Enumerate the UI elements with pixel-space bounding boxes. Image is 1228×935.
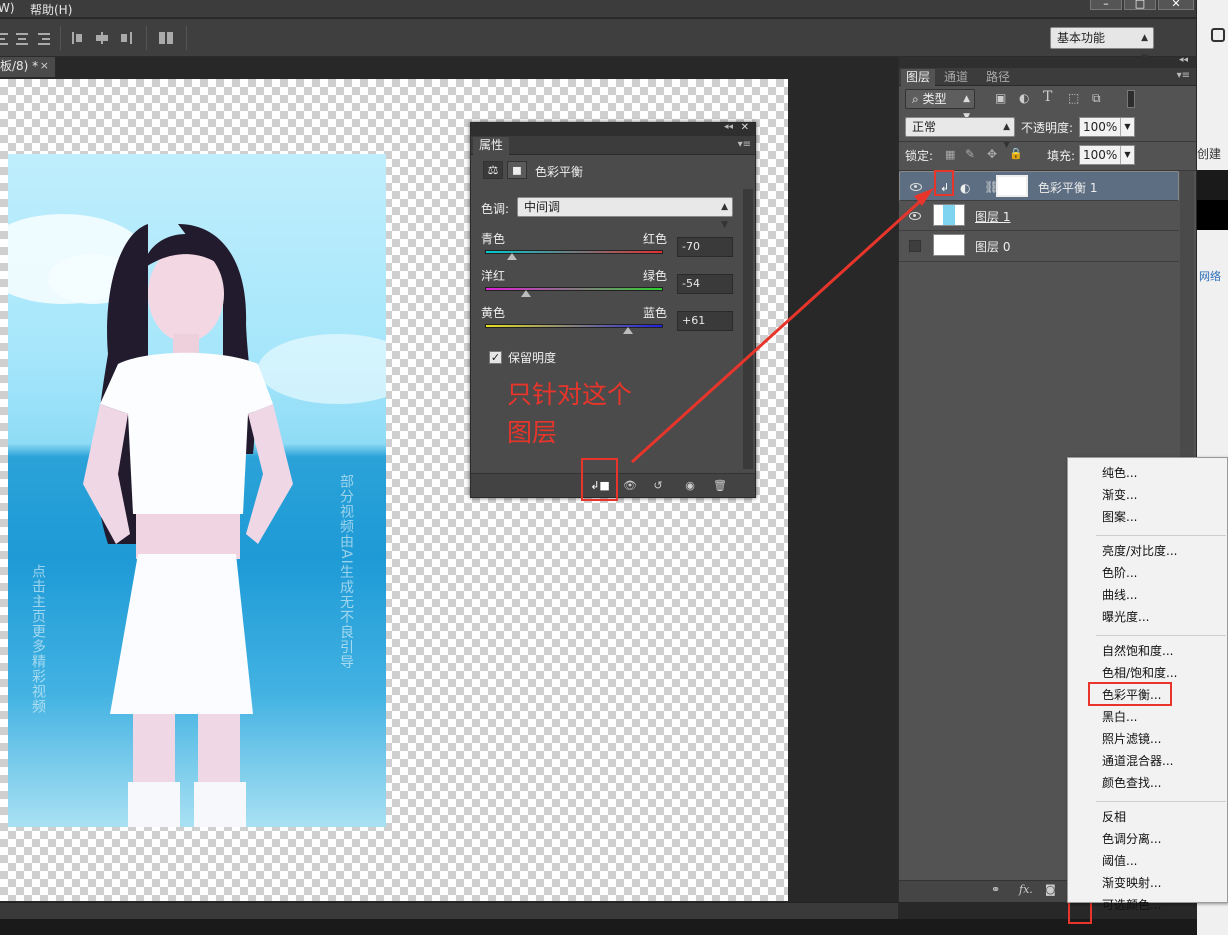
menu-separator <box>1096 801 1226 802</box>
menu-item[interactable]: 曲线... <box>1102 586 1137 603</box>
menu-item[interactable]: 渐变... <box>1102 486 1137 503</box>
menu-item[interactable]: 曝光度... <box>1102 608 1149 625</box>
menu-item[interactable]: 色相/饱和度... <box>1102 664 1178 681</box>
menu-item[interactable]: 渐变映射... <box>1102 874 1161 891</box>
menu-item[interactable]: 纯色... <box>1102 464 1137 481</box>
menu-item[interactable]: 颜色查找... <box>1102 774 1161 791</box>
menu-item[interactable]: 色调分离... <box>1102 830 1161 847</box>
menu-item[interactable]: 通道混合器... <box>1102 752 1173 769</box>
menu-item[interactable]: 自然饱和度... <box>1102 642 1173 659</box>
menu-item[interactable]: 照片滤镜... <box>1102 730 1161 747</box>
annotation-box-color-balance-item <box>1088 682 1172 706</box>
menu-item[interactable]: 黑白... <box>1102 708 1137 725</box>
menu-item[interactable]: 图案... <box>1102 508 1137 525</box>
menu-separator <box>1096 635 1226 636</box>
menu-item[interactable]: 色阶... <box>1102 564 1137 581</box>
menu-separator <box>1096 535 1226 536</box>
menu-item[interactable]: 反相 <box>1102 808 1126 825</box>
menu-item[interactable]: 可选颜色... <box>1102 896 1161 913</box>
menu-item[interactable]: 阈值... <box>1102 852 1137 869</box>
adjustment-layer-menu: 纯色... 渐变... 图案... 亮度/对比度... 色阶... 曲线... 曝光度...… <box>1067 457 1228 912</box>
menu-item[interactable]: 亮度/对比度... <box>1102 542 1178 559</box>
annotation-arrow <box>630 188 934 464</box>
